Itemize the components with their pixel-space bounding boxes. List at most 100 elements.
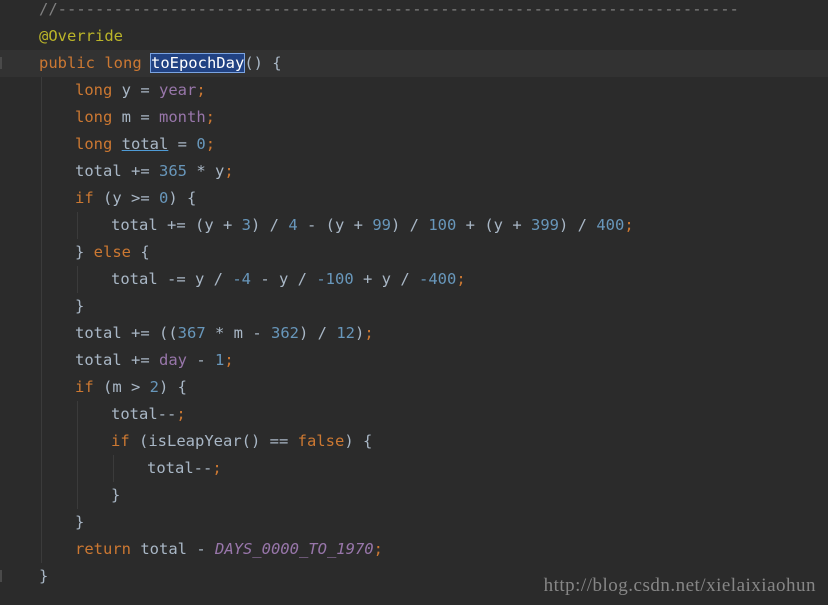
code-token: * m - — [205, 324, 271, 342]
code-line[interactable]: if (isLeapYear() == false) { — [111, 428, 372, 455]
code-line[interactable]: if (m > 2) { — [75, 374, 187, 401]
code-token: if — [75, 378, 103, 396]
code-token: ; — [624, 216, 634, 234]
code-token: -4 — [232, 270, 251, 288]
code-token: 0 — [196, 135, 206, 153]
code-token: 367 — [177, 324, 206, 342]
code-line[interactable]: //--------------------------------------… — [39, 0, 739, 23]
code-line[interactable]: } — [39, 563, 48, 590]
code-line[interactable]: } — [75, 509, 84, 536]
code-token: 365 — [159, 162, 187, 180]
code-token: } — [39, 567, 49, 585]
code-line[interactable]: total--; — [111, 401, 186, 428]
code-token: 399 — [530, 216, 559, 234]
code-token: 0 — [159, 189, 169, 207]
code-token: + y / — [353, 270, 419, 288]
code-token: ) { — [159, 378, 188, 396]
code-token: ) — [354, 324, 365, 342]
code-token: { — [140, 243, 150, 261]
code-token: m = — [121, 108, 159, 126]
code-token: ) { — [168, 189, 197, 207]
code-line[interactable]: return total - DAYS_0000_TO_1970; — [75, 536, 383, 563]
code-token: ) / — [558, 216, 597, 234]
code-token: (isLeapYear() == — [139, 432, 298, 450]
code-token: + (y + — [456, 216, 531, 234]
code-token: if — [111, 432, 139, 450]
code-token: } — [75, 297, 85, 315]
code-token: day — [159, 351, 187, 369]
code-line[interactable]: total += (y + 3) / 4 - (y + 99) / 100 + … — [111, 212, 634, 239]
code-token: () { — [244, 54, 282, 72]
code-token: ; — [364, 324, 374, 342]
code-editor[interactable]: //--------------------------------------… — [0, 0, 828, 605]
code-token: total += (( — [75, 324, 178, 342]
indent-guide — [41, 77, 42, 563]
code-token: false — [297, 432, 345, 450]
code-token: y = — [121, 81, 159, 99]
code-line[interactable]: total -= y / -4 - y / -100 + y / -400; — [111, 266, 466, 293]
code-token: long — [75, 135, 122, 153]
code-token: = — [168, 135, 197, 153]
code-line[interactable]: public long toEpochDay() { — [39, 50, 282, 77]
code-token: total -= y / — [111, 270, 233, 288]
code-line[interactable]: total += 365 * y; — [75, 158, 234, 185]
code-token: total-- — [147, 459, 213, 477]
code-token: 2 — [149, 378, 160, 396]
code-line[interactable]: long y = year; — [75, 77, 206, 104]
code-token: ; — [456, 270, 466, 288]
code-token: ) / — [251, 216, 289, 234]
code-token: 100 — [428, 216, 457, 234]
code-token: @Override — [39, 27, 123, 45]
code-line[interactable]: } — [75, 293, 84, 320]
code-token: 99 — [372, 216, 391, 234]
code-line[interactable]: long total = 0; — [75, 131, 215, 158]
code-token: ; — [196, 81, 206, 99]
code-line[interactable]: total += day - 1; — [75, 347, 234, 374]
code-token: - — [187, 351, 215, 369]
code-line[interactable]: if (y >= 0) { — [75, 185, 196, 212]
fold-marker[interactable] — [0, 570, 2, 582]
code-token: long — [75, 108, 122, 126]
code-token: //--------------------------------------… — [39, 0, 739, 18]
code-line[interactable]: long m = month; — [75, 104, 215, 131]
code-token: 400 — [596, 216, 625, 234]
code-token: } — [75, 513, 85, 531]
code-token: - y / — [251, 270, 317, 288]
code-token: 362 — [270, 324, 299, 342]
code-token: ) / — [298, 324, 337, 342]
code-token: ; — [176, 405, 186, 423]
code-line[interactable]: @Override — [39, 23, 123, 50]
code-token: 4 — [288, 216, 298, 234]
code-token: 12 — [336, 324, 355, 342]
code-token: toEpochDay — [149, 53, 246, 73]
code-token: DAYS_0000_TO_1970 — [214, 540, 374, 558]
fold-marker[interactable] — [0, 57, 2, 69]
code-token: total - — [140, 540, 215, 558]
code-line[interactable]: } — [111, 482, 120, 509]
code-token: } — [75, 243, 94, 261]
indent-guide — [77, 212, 78, 239]
code-token: ) / — [391, 216, 429, 234]
code-token: (y >= — [103, 189, 159, 207]
code-token: ) { — [344, 432, 373, 450]
code-line[interactable]: total += ((367 * m - 362) / 12); — [75, 320, 374, 347]
code-token: public long — [39, 54, 151, 72]
code-token: total-- — [111, 405, 177, 423]
watermark: http://blog.csdn.net/xielaixiaohun — [543, 575, 816, 596]
code-token: ; — [205, 135, 216, 153]
code-token: 1 — [215, 351, 225, 369]
code-token: - (y + — [297, 216, 373, 234]
code-token: -400 — [418, 270, 457, 288]
indent-guide — [77, 266, 78, 293]
code-token: else — [93, 243, 141, 261]
code-token: -100 — [316, 270, 354, 288]
code-token: year — [159, 81, 197, 99]
code-token: ; — [205, 108, 216, 126]
code-line[interactable]: total--; — [147, 455, 222, 482]
code-token: long — [75, 81, 122, 99]
code-token: (m > — [103, 378, 150, 396]
code-token: * y — [187, 162, 225, 180]
code-token: total += — [75, 351, 159, 369]
code-line[interactable]: } else { — [75, 239, 150, 266]
code-token: total += — [75, 162, 159, 180]
